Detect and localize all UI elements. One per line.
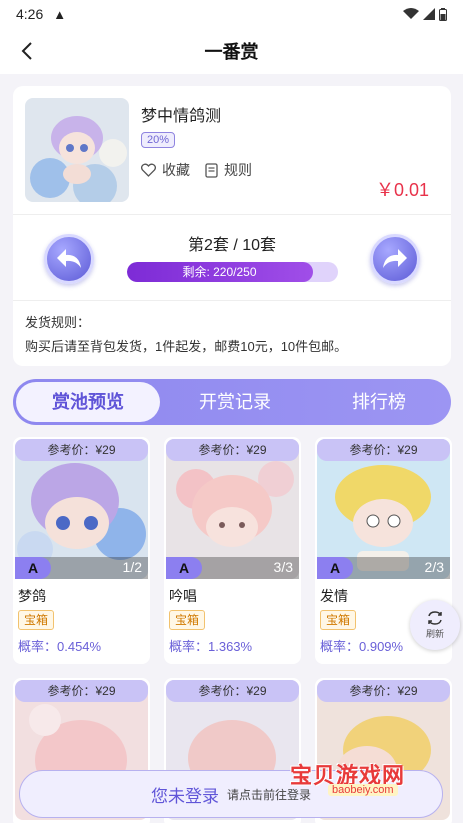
prize-count: 3/3: [273, 559, 293, 575]
heart-icon: [141, 163, 156, 177]
wifi-icon: [403, 8, 419, 19]
document-icon: [205, 162, 218, 178]
status-bar: 4:26 ▲: [0, 0, 463, 28]
prize-probability: 概率：0.909%: [320, 639, 404, 654]
favorite-label: 收藏: [162, 162, 190, 178]
remaining-progress-bar: 剩余: 220/250: [127, 262, 338, 282]
battery-icon: [439, 7, 447, 21]
divider: [13, 214, 451, 215]
rules-button[interactable]: 规则: [205, 160, 252, 180]
tab-bar: 赏池预览 开赏记录 排行榜: [13, 379, 451, 425]
grade-badge: A: [166, 557, 202, 579]
page-title: 一番赏: [204, 42, 259, 62]
prize-card[interactable]: 参考价：¥29 A 1/2 梦鸽 宝箱 概率：0.454%: [13, 437, 150, 664]
nav-bar: 一番赏: [0, 28, 463, 74]
status-icons: [403, 7, 447, 21]
prize-tag: 宝箱: [320, 610, 357, 630]
prize-probability: 概率：0.454%: [18, 639, 102, 654]
login-status: 您未登录: [150, 786, 219, 806]
rate-badge: 20%: [141, 132, 176, 148]
chevron-left-icon: [21, 42, 32, 60]
divider: [13, 300, 451, 301]
refresh-icon: [428, 610, 442, 625]
watermark: 宝贝游戏网 baobeiy.com: [290, 758, 440, 802]
back-button[interactable]: [12, 36, 42, 66]
refresh-button[interactable]: 刷新: [410, 600, 460, 650]
prize-probability: 概率：1.363%: [169, 639, 253, 654]
prize-count: 1/2: [122, 559, 142, 575]
reference-price: 参考价：¥29: [15, 680, 148, 702]
next-set-button[interactable]: [370, 234, 420, 284]
watermark-url: baobeiy.com: [328, 784, 398, 796]
warning-icon: ▲: [53, 6, 67, 22]
product-info-card: 梦中情鸽测 20% 收藏 规则 ￥0.01 第2套 / 10套 剩余: 220/…: [13, 86, 451, 366]
arrow-right-icon: [383, 249, 407, 268]
shipping-text: 购买后请至背包发货，1件起发，邮费10元，10件包邮。: [25, 339, 348, 354]
signal-icon: [423, 8, 435, 20]
reference-price: 参考价：¥29: [15, 439, 148, 461]
prize-name: 吟唱: [169, 588, 197, 604]
product-image: [25, 98, 129, 202]
reference-price: 参考价：¥29: [166, 680, 299, 702]
prize-tag: 宝箱: [18, 610, 55, 630]
prize-card[interactable]: 参考价：¥29 A 3/3 吟唱 宝箱 概率：1.363%: [164, 437, 301, 664]
prize-name: 梦鸽: [18, 588, 46, 604]
shipping-title: 发货规则：: [25, 315, 91, 330]
tab-ranking[interactable]: 排行榜: [307, 379, 451, 425]
remaining-text: 剩余: 220/250: [182, 265, 257, 279]
tab-draw-records[interactable]: 开赏记录: [163, 379, 307, 425]
rules-label: 规则: [224, 162, 252, 178]
reference-price: 参考价：¥29: [317, 439, 450, 461]
prize-count: 2/3: [424, 559, 444, 575]
prize-tag: 宝箱: [169, 610, 206, 630]
grade-badge: A: [15, 557, 51, 579]
tab-pool-preview[interactable]: 赏池预览: [16, 382, 160, 422]
status-time: 4:26: [16, 6, 44, 22]
product-name: 梦中情鸽测: [141, 108, 222, 125]
favorite-button[interactable]: 收藏: [141, 160, 190, 180]
prize-name: 发情: [320, 588, 348, 604]
price: ￥0.01: [375, 180, 429, 200]
refresh-label: 刷新: [425, 628, 444, 639]
grade-badge: A: [317, 557, 353, 579]
reference-price: 参考价：¥29: [317, 680, 450, 702]
reference-price: 参考价：¥29: [166, 439, 299, 461]
